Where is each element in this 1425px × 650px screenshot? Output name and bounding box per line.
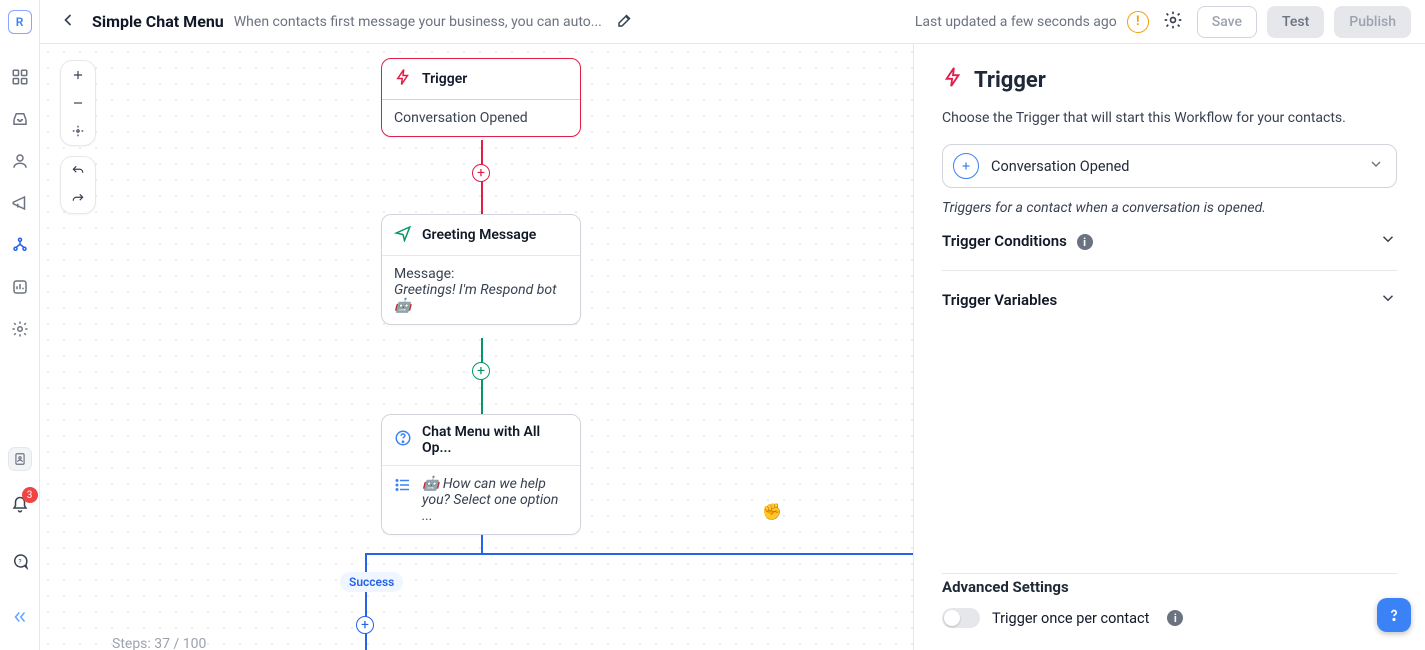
edit-title-button[interactable] bbox=[612, 7, 638, 37]
lightning-icon bbox=[394, 68, 412, 90]
node-title: Chat Menu with All Op... bbox=[422, 424, 568, 456]
node-title: Trigger bbox=[422, 71, 467, 87]
grab-cursor-icon: ✊ bbox=[762, 502, 782, 521]
workflow-canvas[interactable]: + + + Success Trigger Conversation Opene… bbox=[40, 44, 914, 650]
panel-description: Choose the Trigger that will start this … bbox=[942, 110, 1397, 126]
workflow-subtitle: When contacts first message your busines… bbox=[234, 14, 602, 30]
connector bbox=[365, 553, 914, 555]
back-button[interactable] bbox=[54, 6, 82, 38]
history-toolbar bbox=[60, 156, 96, 214]
add-step-button[interactable]: + bbox=[472, 362, 490, 380]
workspace-avatar[interactable] bbox=[9, 448, 31, 470]
node-body-text: 🤖 How can we help you? Select one option… bbox=[422, 476, 568, 524]
zoom-in-button[interactable] bbox=[61, 61, 95, 89]
svg-text:?: ? bbox=[18, 557, 21, 565]
node-greeting-message[interactable]: Greeting Message Message: Greetings! I'm… bbox=[381, 214, 581, 325]
warning-icon[interactable]: ! bbox=[1127, 11, 1149, 33]
reports-icon[interactable] bbox=[8, 275, 32, 299]
question-circle-icon bbox=[394, 429, 412, 451]
broadcast-icon[interactable] bbox=[8, 191, 32, 215]
divider bbox=[942, 270, 1397, 271]
steps-counter: Steps: 37 / 100 bbox=[112, 636, 206, 650]
divider bbox=[942, 573, 1397, 574]
zoom-out-button[interactable] bbox=[61, 89, 95, 117]
plus-circle-icon bbox=[953, 153, 979, 179]
info-icon[interactable]: i bbox=[1077, 234, 1093, 250]
save-button[interactable]: Save bbox=[1197, 6, 1257, 38]
notification-badge: 3 bbox=[22, 487, 38, 503]
section-label: Trigger Variables bbox=[942, 291, 1057, 309]
send-icon bbox=[394, 224, 412, 246]
collapse-icon[interactable] bbox=[8, 605, 32, 629]
workflows-icon[interactable] bbox=[8, 233, 32, 257]
node-body-text: Greetings! I'm Respond bot 🤖 bbox=[394, 282, 568, 314]
contacts-icon[interactable] bbox=[8, 149, 32, 173]
list-icon bbox=[394, 476, 412, 498]
help-fab-button[interactable] bbox=[1377, 598, 1411, 632]
undo-button[interactable] bbox=[61, 157, 95, 185]
workflow-title: Simple Chat Menu bbox=[92, 12, 224, 31]
lightning-icon bbox=[942, 66, 964, 94]
node-body-label: Message: bbox=[394, 266, 568, 282]
test-button[interactable]: Test bbox=[1267, 6, 1324, 38]
add-step-button[interactable]: + bbox=[356, 616, 374, 634]
trigger-once-toggle[interactable] bbox=[942, 608, 980, 628]
chevron-down-icon bbox=[1379, 289, 1397, 311]
dashboard-icon[interactable] bbox=[8, 65, 32, 89]
settings-gear-icon[interactable] bbox=[8, 317, 32, 341]
workflow-settings-button[interactable] bbox=[1159, 6, 1187, 38]
app-logo[interactable]: R bbox=[8, 10, 32, 34]
connector bbox=[365, 553, 367, 650]
redo-button[interactable] bbox=[61, 185, 95, 213]
chevron-down-icon bbox=[1368, 156, 1384, 176]
trigger-type-select[interactable]: Conversation Opened bbox=[942, 144, 1397, 188]
trigger-conditions-section[interactable]: Trigger Conditions i bbox=[942, 216, 1397, 266]
fit-view-button[interactable] bbox=[61, 117, 95, 145]
toggle-label: Trigger once per contact bbox=[992, 610, 1149, 627]
advanced-settings-heading: Advanced Settings bbox=[942, 578, 1397, 596]
inbox-icon[interactable] bbox=[8, 107, 32, 131]
trigger-select-label: Conversation Opened bbox=[991, 158, 1356, 175]
section-label: Trigger Conditions bbox=[942, 232, 1067, 250]
trigger-variables-section[interactable]: Trigger Variables bbox=[942, 275, 1397, 325]
node-title: Greeting Message bbox=[422, 227, 536, 243]
last-updated-text: Last updated a few seconds ago bbox=[915, 14, 1117, 30]
panel-title-text: Trigger bbox=[974, 68, 1046, 93]
trigger-note: Triggers for a contact when a conversati… bbox=[942, 200, 1397, 216]
add-step-button[interactable]: + bbox=[472, 164, 490, 182]
publish-button[interactable]: Publish bbox=[1334, 6, 1411, 38]
zoom-toolbar bbox=[60, 60, 96, 146]
notifications-bell-icon[interactable]: 3 bbox=[8, 493, 32, 517]
node-body-text: Conversation Opened bbox=[394, 110, 528, 126]
chevron-down-icon bbox=[1379, 230, 1397, 252]
workflow-header: Simple Chat Menu When contacts first mes… bbox=[40, 0, 1425, 44]
info-icon[interactable]: i bbox=[1167, 610, 1183, 626]
node-chat-menu[interactable]: Chat Menu with All Op... 🤖 How can we he… bbox=[381, 414, 581, 535]
trigger-settings-panel: Trigger Choose the Trigger that will sta… bbox=[914, 44, 1425, 650]
support-chat-icon[interactable]: ? bbox=[8, 549, 32, 573]
branch-label-success: Success bbox=[340, 572, 403, 592]
left-navigation-rail: R 3 ? bbox=[0, 0, 40, 650]
node-trigger[interactable]: Trigger Conversation Opened bbox=[381, 58, 581, 137]
